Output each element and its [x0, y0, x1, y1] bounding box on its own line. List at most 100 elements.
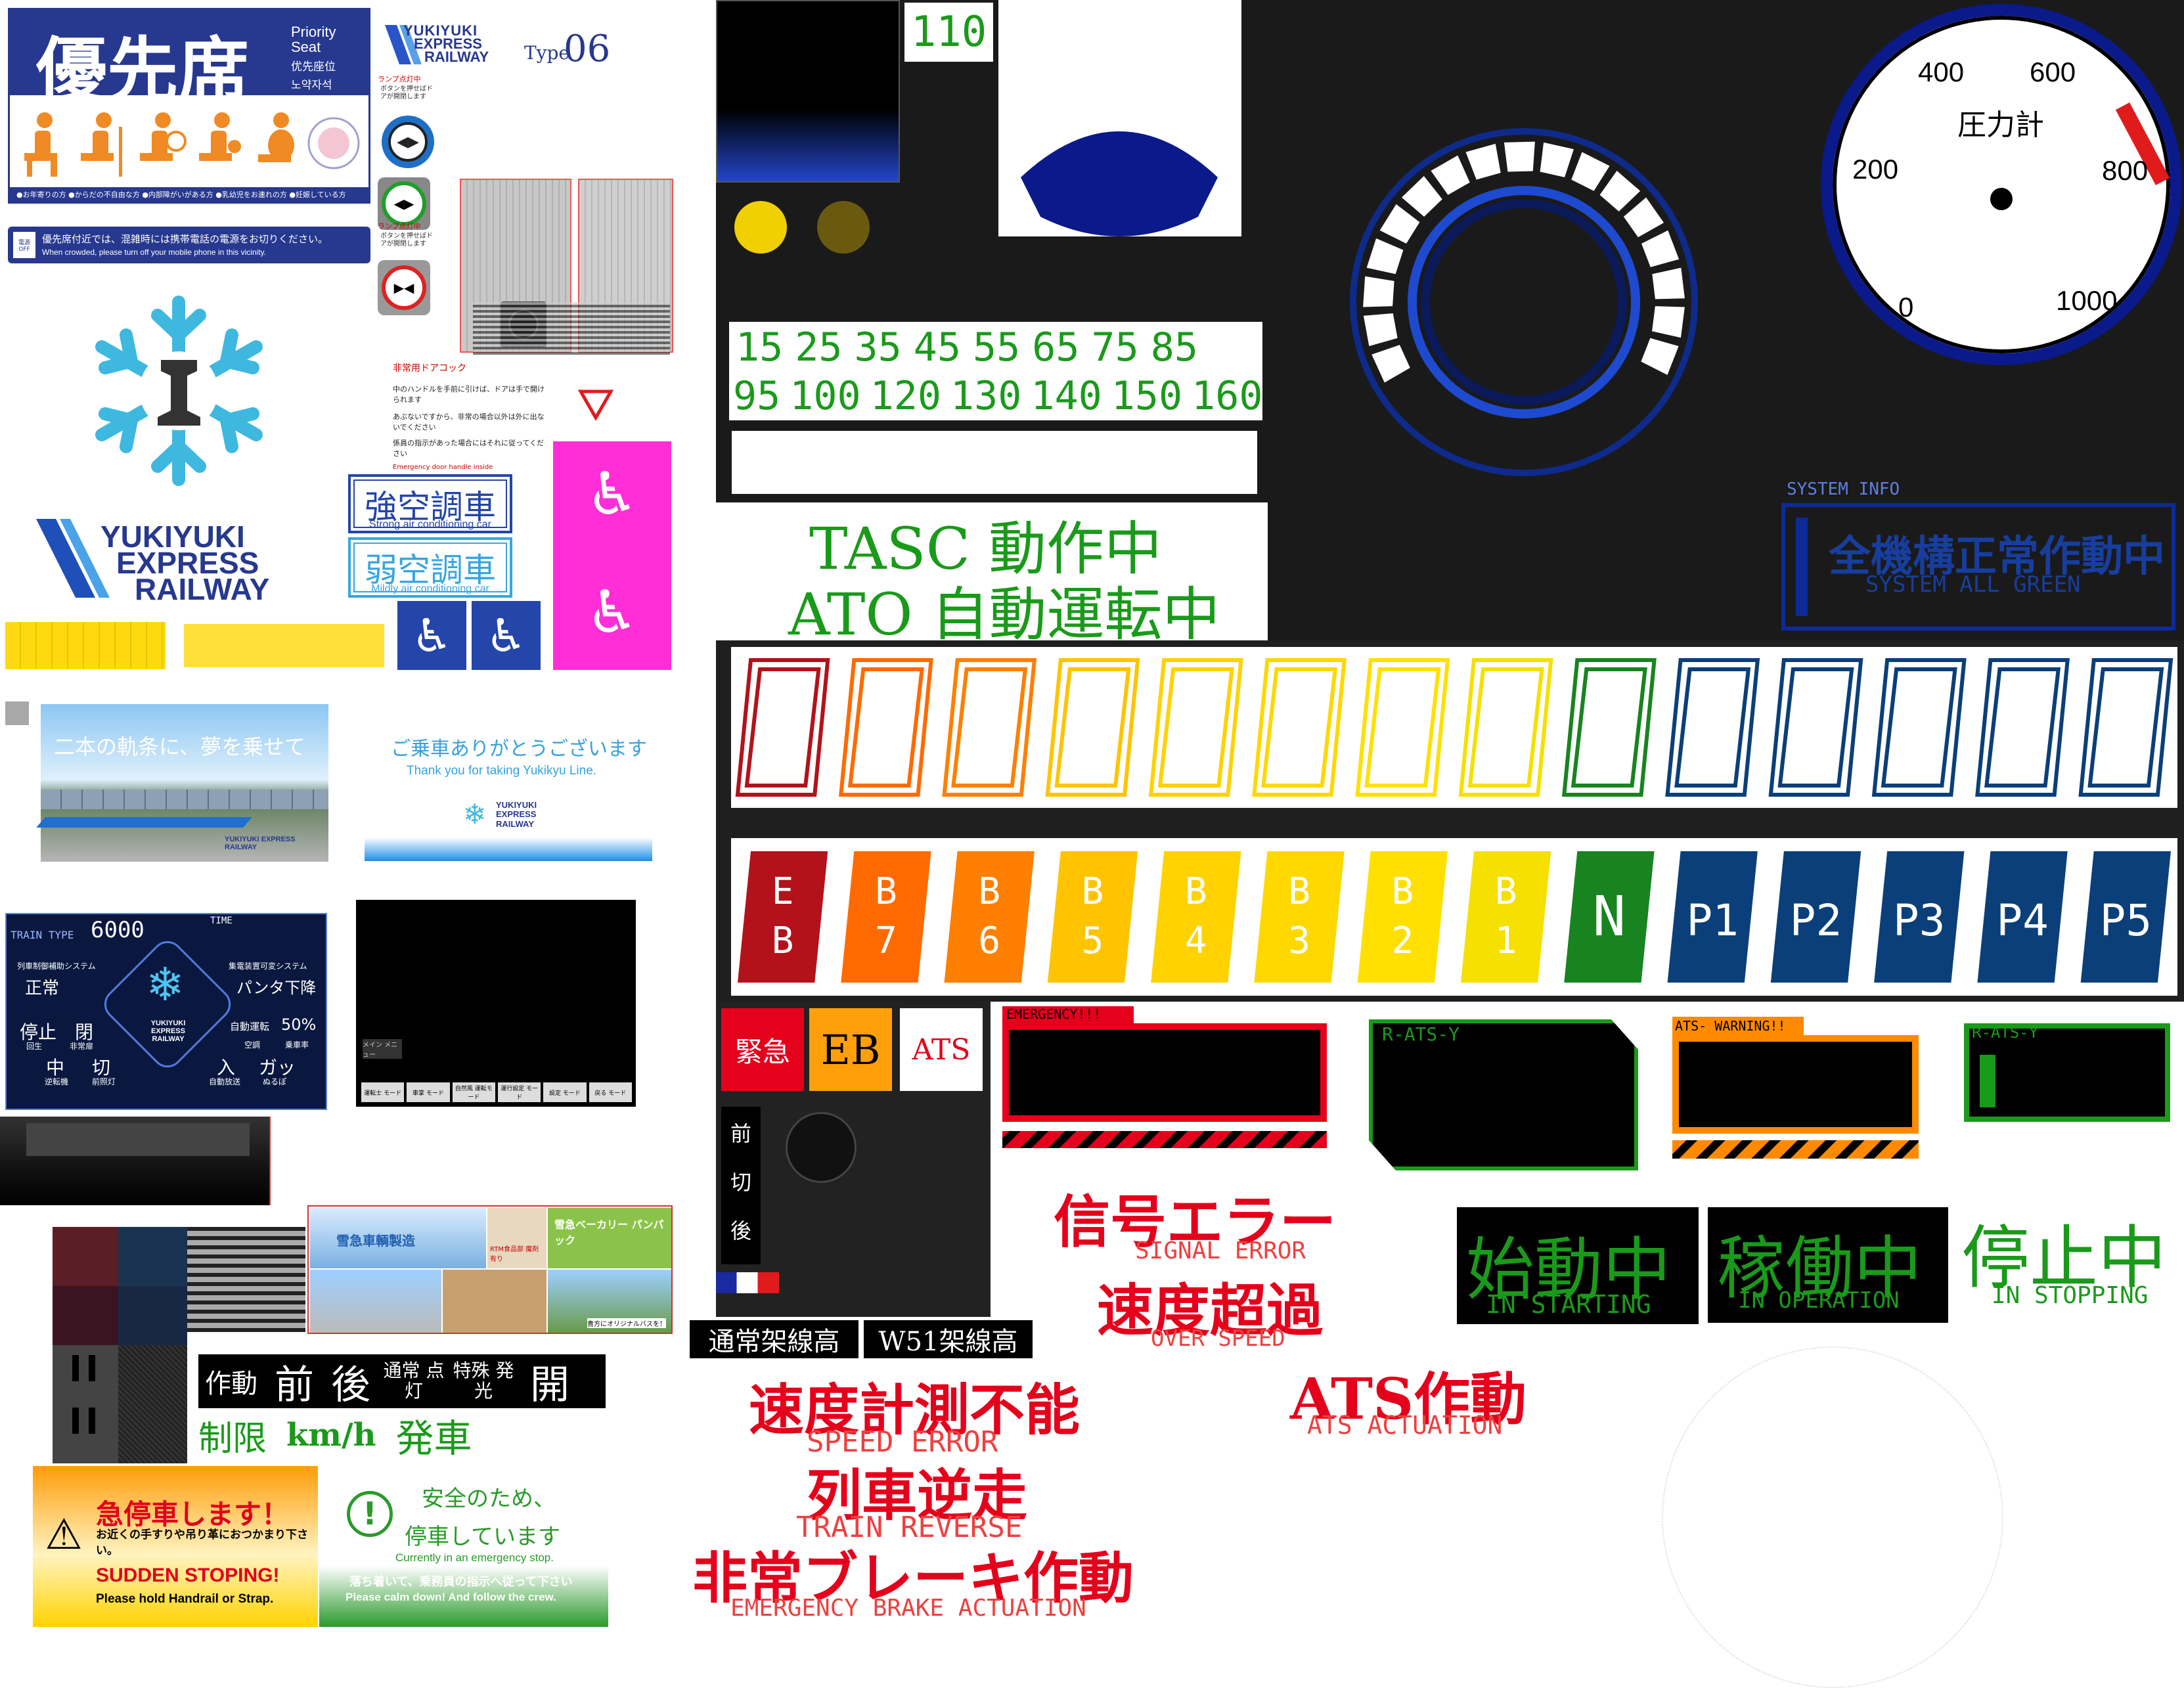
notch-outline: [1561, 658, 1657, 797]
stroller-pink-icon: ♿: [585, 577, 639, 647]
ac-weak-sign: 弱空調車 Mildly air conditioning car: [348, 537, 512, 598]
ats-act-en: ATS ACTUATION: [1307, 1411, 1503, 1440]
warning-ats-label: ATS- WARNING!!: [1675, 1018, 1786, 1034]
menu-button-bar: 運転士 モード 車掌 モード 自然風 運転モード 運行設定 モード 設定 モード…: [361, 1082, 632, 1102]
menu-button-operation[interactable]: 運行設定 モード: [497, 1082, 541, 1102]
warning-ratsy-label: R-ATS-Y: [1382, 1023, 1460, 1045]
speed-tick-65: 65: [1032, 324, 1080, 370]
emergency-stop-sign: ⚠ 急停車します！ お近くの手すりや吊り革におつかまり下さい。 SUDDEN S…: [33, 1466, 318, 1627]
sys2-label: 集電装置可変システム: [229, 962, 307, 971]
safety-jp1: 安全のため、: [422, 1486, 556, 1512]
ring-segment: [1363, 313, 1398, 347]
menu-button-settings[interactable]: 設定 モード: [543, 1082, 587, 1102]
notch-label-row: E B B 7 B 6 B 5 B 4 B 3 B 2 B 1 N P1 P2 P3 P4 P5: [731, 838, 2177, 996]
mode-labels-row1: 作動 前 後 通常 点灯 特殊 発光 開: [198, 1354, 606, 1408]
ring-gauge: [1350, 128, 1698, 476]
mode-special-light: 特殊 発光: [453, 1360, 514, 1402]
menu-button-conductor[interactable]: 車掌 モード: [407, 1082, 450, 1102]
grey-swatch: [5, 701, 29, 725]
menu-button-driver[interactable]: 運転士 モード: [361, 1082, 405, 1102]
notch-outline: [1777, 667, 1854, 788]
ratio-value: 50%: [281, 1015, 317, 1034]
notch-outline: [735, 658, 830, 797]
warning-ratsy-panel: R-ATS-Y: [1369, 1019, 1638, 1170]
train-monitor: TRAIN TYPE 6000 TIME 列車制御補助システム 正常 集電装置可…: [5, 913, 327, 1110]
auto-sub: 空調: [244, 1040, 261, 1050]
notch-outline: [1045, 658, 1140, 797]
phone-notice-en: When crowded, please turn off your mobil…: [42, 248, 267, 257]
priority-pictograms: [24, 112, 360, 177]
safety-en2: Please calm down! And follow the crew.: [345, 1591, 556, 1603]
reverser-knob[interactable]: [786, 1112, 857, 1183]
ring-segment: [1641, 338, 1679, 375]
warning-triangle-icon: ⚠: [45, 1511, 83, 1559]
priority-seat-zh: 优先座位: [291, 60, 336, 74]
speed-tick-15: 15: [736, 324, 784, 370]
mode-normal-light: 通常 点灯: [383, 1360, 445, 1402]
notch-label-shapes: E BB 7B 6B 5B 4B 3B 2B 1 N P1 P2 P3 P4 P5: [738, 851, 2171, 983]
warning-ratsy2-panel: R-ATS-Y: [1964, 1023, 2170, 1122]
speed-limit-box: 110: [904, 3, 993, 62]
seat-textures: [53, 1227, 187, 1463]
big-logo-text: YUKIYUKI EXPRESS RAILWAY: [36, 519, 325, 606]
phone-notice-jp: 優先席付近では、混雑時には携帯電話の電源をお切りください。: [42, 233, 328, 245]
door-open-button[interactable]: ◀▶: [382, 116, 434, 168]
ring-segment: [1540, 142, 1574, 177]
notch-outline: [1571, 667, 1647, 788]
speed-sector-shape: [1021, 131, 1218, 236]
speedometer-panel: [998, 0, 1241, 236]
ad-food: RTM食品部 魔剤有り: [487, 1208, 546, 1268]
ring-segment: [1363, 276, 1394, 307]
notch-outline: [1467, 667, 1544, 788]
mode-active: 作動: [205, 1369, 257, 1399]
cab-control-panel: 緊急 EB ATS 前 切 後: [716, 1002, 991, 1317]
menu-button-back[interactable]: 戻る モード: [589, 1082, 632, 1102]
reverser-sub: 逆転機: [45, 1077, 69, 1086]
ats-button[interactable]: ATS: [900, 1008, 983, 1091]
yellow-plain-texture: [184, 624, 384, 667]
mode-kmh: km/h: [286, 1417, 376, 1454]
notch-outline: [951, 667, 1028, 788]
ring-segment: [1366, 238, 1404, 275]
ring-segment: [1465, 143, 1501, 180]
ring-segment: [1571, 152, 1610, 191]
emergency-button[interactable]: 緊急: [721, 1008, 804, 1091]
ac-weak-en: Mildly air conditioning car: [371, 583, 489, 594]
priority-seat-sign: 優先席 Priority Seat 优先座位 노약자석 ●お年寄りの方 ●からだ…: [8, 8, 370, 204]
lamp-label-2: ランプ点灯中: [378, 222, 421, 231]
accessibility-pink-panel: ♿ ♿: [553, 441, 671, 670]
lamp-yellow-on: [734, 201, 787, 254]
broadcast-sub: 自動放送: [209, 1077, 241, 1086]
dark-texture-bar: [0, 1117, 271, 1205]
lamp-label-1: ランプ点灯中: [378, 75, 421, 83]
banner-text: 二本の軌条に、夢を乗せて: [54, 734, 306, 759]
mode-depart: 発車: [395, 1416, 472, 1461]
notch-outline: [1355, 658, 1450, 797]
emg-brake-en: EMERGENCY BRAKE ACTUATION: [730, 1595, 1086, 1622]
safety-jp2: 停車しています: [405, 1524, 560, 1550]
system-info-en: SYSTEM ALL GREEN: [1865, 571, 2081, 598]
status-operation: 稼働中 IN OPERATION: [1708, 1207, 1948, 1323]
speed-row1: 15 25 35 45 55 65 75 85: [736, 324, 1198, 370]
menu-button-natural[interactable]: 自然風 運転モード: [452, 1082, 495, 1102]
menu-panel: メイン メニュー 運転士 モード 車掌 モード 自然風 運転モード 運行設定 モ…: [356, 900, 636, 1107]
catenary-w51: W51架線高: [864, 1320, 1033, 1358]
door-hold-button[interactable]: ▶◀: [378, 260, 430, 315]
speed-tick-75: 75: [1091, 324, 1139, 370]
ad-bus: 貴方にオリジナルバスを！: [548, 1270, 671, 1333]
door-cock-en: Emergency door handle inside: [393, 464, 493, 471]
banner-logo: YUKIYUKI EXPRESS RAILWAY: [225, 835, 296, 851]
ad-station: [443, 1270, 546, 1333]
status-operation-en: IN OPERATION: [1738, 1287, 1900, 1314]
pressure-tick-600: 600: [2030, 56, 2076, 87]
notch-outline: [1871, 658, 1967, 797]
notch-outline: [1458, 658, 1553, 797]
speed-number-strip: 15 25 35 45 55 65 75 85 95 100 120 130 1…: [729, 322, 1263, 420]
catenary-labels: 通常架線高 W51架線高: [690, 1320, 1033, 1358]
eb-button[interactable]: EB: [809, 1008, 892, 1091]
notch-outline: [942, 658, 1037, 797]
notch-outline: [1975, 658, 2070, 797]
auto-value: 自動運転: [230, 1021, 270, 1033]
ring-segment: [1641, 230, 1680, 267]
faint-circle-outline: [1662, 1346, 2003, 1688]
